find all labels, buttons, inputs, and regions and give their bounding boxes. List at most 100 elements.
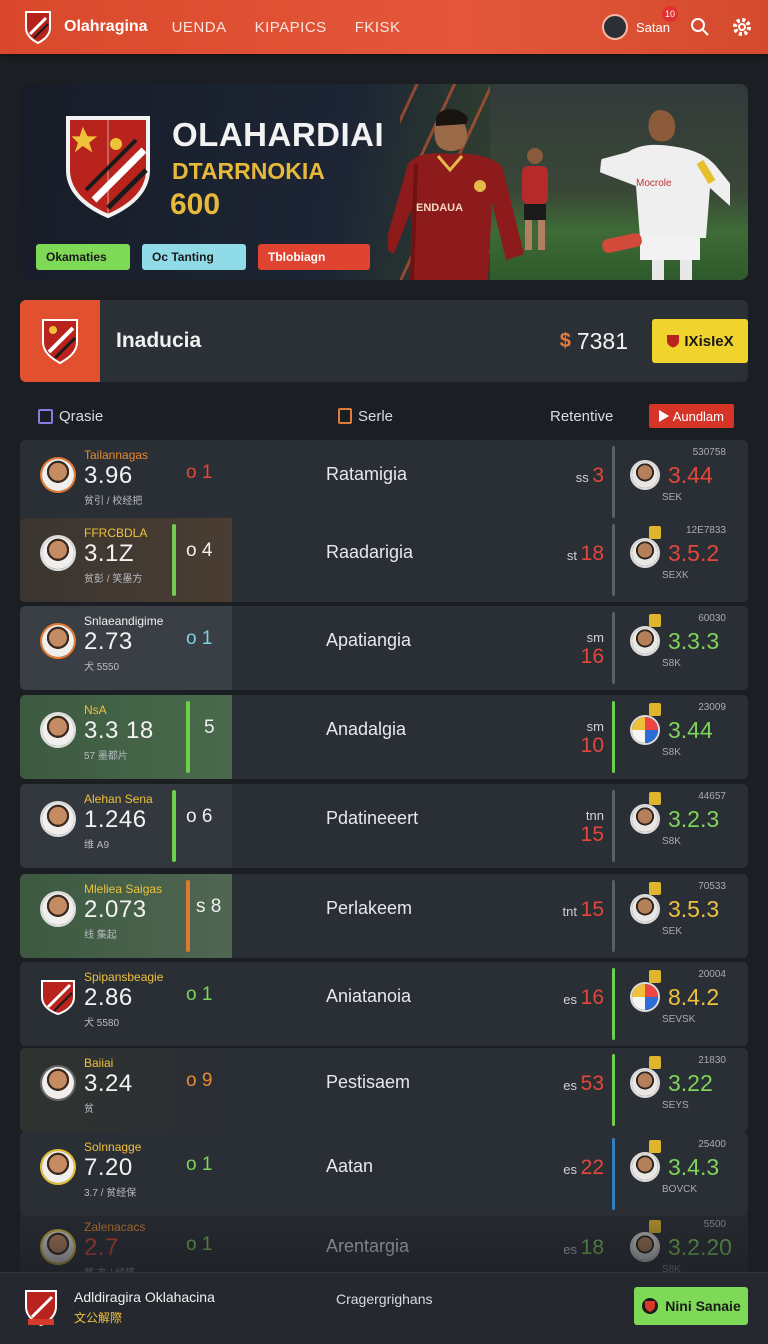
row-divider <box>612 612 615 684</box>
hero-subtitle: DTARRNOKIA <box>172 158 325 184</box>
player-value: 2.7 <box>84 1234 119 1261</box>
player-meta: 贫彭 / 笑墨方 <box>84 574 143 585</box>
retentive-value: 3.5.2 <box>668 540 720 566</box>
table-row[interactable]: Tailannagas 3.96 贫引 / 校经把 o 1 Ratamigia … <box>20 440 748 524</box>
player-meta: 3.7 / 贫经保 <box>84 1188 137 1199</box>
nav-link-2[interactable]: KIPAPICS <box>255 19 327 36</box>
row-divider <box>612 968 615 1040</box>
opponent-avatar <box>630 1152 660 1182</box>
player-value: 2.073 <box>84 896 147 923</box>
row-code: sm 10 <box>580 719 604 757</box>
row-id: 25400 <box>698 1139 726 1150</box>
col-header-1[interactable]: Qrasie <box>38 408 103 425</box>
nav-right: Satan 10 <box>602 6 754 40</box>
team-shield-icon <box>42 319 78 364</box>
row-id: 530758 <box>692 447 726 458</box>
team-action-label: IXisIeX <box>684 332 734 350</box>
player-name: Spipansbeagie <box>84 970 164 984</box>
player-avatar <box>40 623 76 659</box>
retentive-sub: SEVSK <box>662 1014 696 1025</box>
user-name: Satan <box>636 19 670 35</box>
series-name: Aatan <box>326 1156 374 1176</box>
opponent-avatar <box>630 626 660 656</box>
team-badge-box[interactable] <box>20 300 100 382</box>
player-meta: 犬 5580 <box>84 1018 120 1029</box>
table-row[interactable]: Snlaeandigime 2.73 犬 5550 o 1 Apatiangia… <box>20 606 748 690</box>
footer-logo-icon[interactable] <box>24 1289 58 1327</box>
retentive-value: 3.44 <box>668 717 713 743</box>
player-avatar <box>40 535 76 571</box>
gear-icon[interactable] <box>730 15 754 39</box>
table-row[interactable]: Solnnagge 7.20 3.7 / 贫经保 o 1 Aatan es 22… <box>20 1132 748 1216</box>
footer-action-button[interactable]: Nini Sanaie <box>634 1287 748 1325</box>
row-divider <box>612 446 615 518</box>
table-row[interactable]: Baiiai 3.24 贫 o 9 Pestisaem es 53 21830 … <box>20 1048 748 1132</box>
hero-banner[interactable]: OLAHARDIAI DTARRNOKIA 600 ENDAUA Mocrole… <box>20 84 748 280</box>
table-row[interactable]: NsA 3.3 18 57 墨都片 5 Anadalgia sm 10 2300… <box>20 695 748 779</box>
row-id: 20004 <box>698 969 726 980</box>
player-value: 2.86 <box>84 984 133 1011</box>
team-mini-badge <box>649 1056 661 1069</box>
user-avatar[interactable] <box>602 14 629 40</box>
odds-stat: o 1 <box>186 1234 213 1255</box>
team-action-button[interactable]: IXisIeX <box>652 319 748 363</box>
odds-stat: o 9 <box>186 1070 213 1091</box>
player-value: 3.24 <box>84 1070 133 1097</box>
brand-name[interactable]: Olahragina <box>64 18 148 36</box>
table-row[interactable]: Mleliea Saigas 2.073 线 集起 s 8 Perlakeem … <box>20 874 748 958</box>
retentive-sub: S8K <box>662 747 681 758</box>
table-row[interactable]: FFRCBDLA 3.1Z 贫彭 / 笑墨方 o 4 Raadarigia st… <box>20 518 748 602</box>
player-name: Solnnagge <box>84 1140 142 1154</box>
player-meta: 线 集起 <box>84 930 117 941</box>
row-indicator-bar <box>172 790 176 862</box>
player-name: Baiiai <box>84 1056 114 1070</box>
odds-stat: o 1 <box>186 628 213 649</box>
row-divider <box>612 880 615 952</box>
col-header-3[interactable]: Retentive <box>550 408 613 425</box>
row-divider <box>612 701 615 773</box>
team-mini-badge <box>649 882 661 895</box>
hero-chip-2[interactable]: Oc Tanting <box>142 244 246 270</box>
row-divider <box>612 790 615 862</box>
retentive-value: 3.5.3 <box>668 896 720 922</box>
table-row[interactable]: Spipansbeagie 2.86 犬 5580 o 1 Aniatanoia… <box>20 962 748 1046</box>
row-id: 5500 <box>703 1219 726 1230</box>
player-avatar <box>40 457 76 493</box>
hero-chip-3[interactable]: Tblobiagn <box>258 244 370 270</box>
nav-link-1[interactable]: UENDA <box>172 19 227 36</box>
player-avatar <box>40 1229 76 1265</box>
row-id: 23009 <box>698 702 726 713</box>
play-button[interactable]: Aundlam <box>648 404 734 428</box>
team-score-value: 7381 <box>576 327 628 354</box>
hero-number: 600 <box>170 188 221 221</box>
search-icon[interactable] <box>688 15 712 39</box>
player-value: 1.246 <box>84 806 147 833</box>
footer-link[interactable]: Cragergrighans <box>336 1291 433 1307</box>
club-crest-icon <box>66 116 150 218</box>
footer-action-label: Nini Sanaie <box>665 1298 741 1314</box>
row-code: tnt 15 <box>562 898 604 921</box>
player-name: Mleliea Saigas <box>84 882 163 896</box>
series-name: Anadalgia <box>326 719 407 739</box>
table-row[interactable]: Alehan Sena 1.246 维 A9 o 6 Pdatineeert t… <box>20 784 748 868</box>
notification-badge[interactable]: 10 <box>662 6 678 22</box>
row-indicator-bar <box>186 701 190 773</box>
opponent-avatar <box>630 1232 660 1262</box>
club-logo-icon[interactable] <box>24 10 52 44</box>
nav-link-3[interactable]: FKISK <box>355 19 401 36</box>
series-name: Arentargia <box>326 1236 410 1256</box>
row-code: sm 16 <box>580 630 604 668</box>
hero-chip-1[interactable]: Okamaties <box>36 244 130 270</box>
series-name: Pestisaem <box>326 1072 411 1092</box>
row-code: es 16 <box>563 986 604 1009</box>
col-header-2[interactable]: Serle <box>338 408 393 425</box>
series-name: Raadarigia <box>326 542 414 562</box>
row-code: ss 3 <box>575 464 604 487</box>
odds-stat: o 1 <box>186 462 213 483</box>
player-value: 3.1Z <box>84 540 135 567</box>
shield-small-icon <box>667 335 680 348</box>
retentive-sub: SEK <box>662 492 683 503</box>
retentive-value: 3.2.3 <box>668 806 720 832</box>
user-menu[interactable]: Satan 10 <box>602 6 678 40</box>
club-badge-icon <box>642 1298 659 1314</box>
